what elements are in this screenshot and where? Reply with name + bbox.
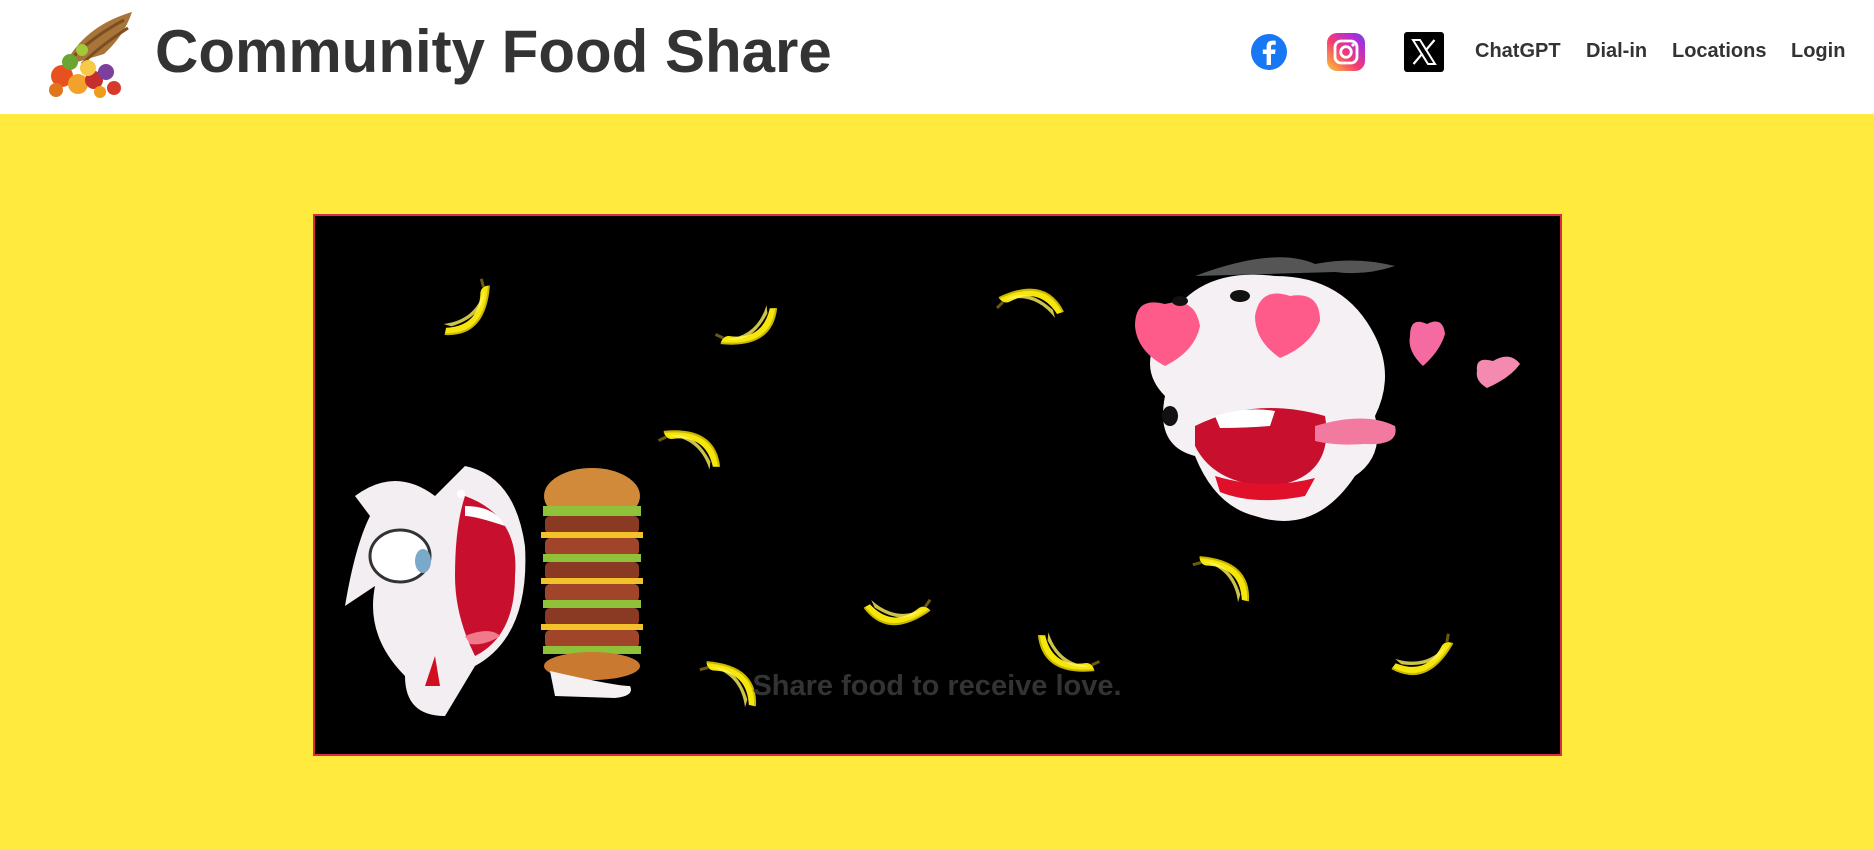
nav-link-login[interactable]: Login <box>1791 38 1845 64</box>
nav-link-dial-in[interactable]: Dial-in <box>1586 38 1647 64</box>
nav-link-chatgpt[interactable]: ChatGPT <box>1475 38 1561 64</box>
burger-icon <box>541 468 643 698</box>
nav-link-locations[interactable]: Locations <box>1672 38 1766 64</box>
heart-icon <box>1409 321 1445 366</box>
tagline: Share food to receive love. <box>752 670 1122 702</box>
x-icon[interactable] <box>1404 32 1444 72</box>
site-title[interactable]: Community Food Share <box>155 16 832 88</box>
banana-icon <box>995 288 1065 320</box>
banana-icon <box>653 421 729 475</box>
cornucopia-icon[interactable] <box>44 6 138 100</box>
banana-icon <box>861 588 935 631</box>
banana-icon <box>1186 547 1261 608</box>
facebook-icon[interactable] <box>1249 32 1289 72</box>
heart-icon <box>1476 356 1520 388</box>
banana-icon <box>710 300 786 354</box>
banana-icon <box>438 272 499 347</box>
cartoon-character-icon <box>1135 257 1396 521</box>
instagram-icon[interactable] <box>1326 32 1366 72</box>
site-header: Community Food Share ChatGPT Dial-in Loc… <box>0 0 1874 114</box>
main-content: Share food to receive love. <box>0 114 1874 850</box>
